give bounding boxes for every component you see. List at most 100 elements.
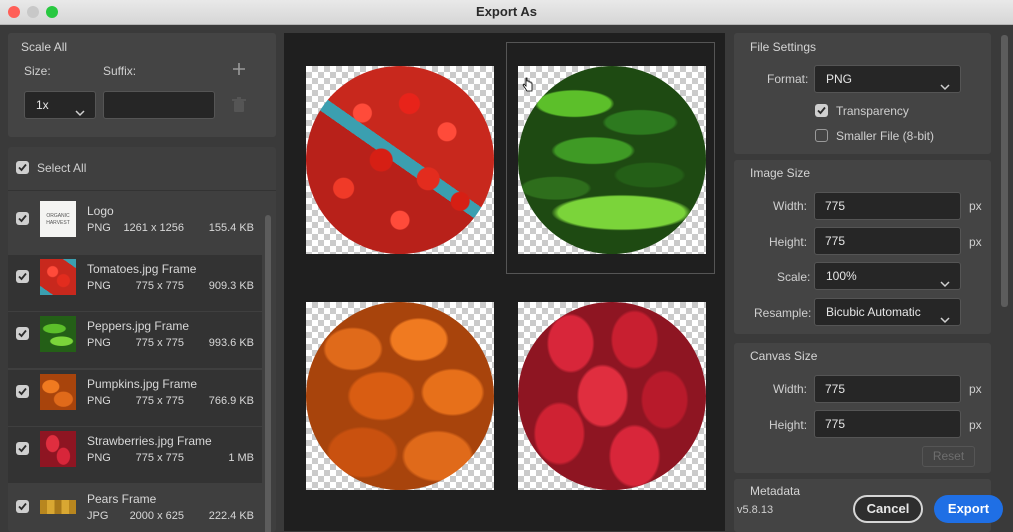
checkmark-icon: [18, 329, 27, 338]
list-item[interactable]: ORGANIC HARVEST Logo PNG 1261 x 1256 155.4 KB: [8, 197, 262, 253]
tomatoes-thumbnail: [40, 258, 76, 295]
asset-dimensions: 1261 x 1256: [123, 222, 184, 234]
select-all-label: Select All: [37, 161, 87, 175]
transparency-checkbox[interactable]: [815, 104, 828, 117]
checkmark-icon: [18, 272, 27, 280]
canvas-width-unit: px: [969, 382, 982, 396]
scale-value: 100%: [826, 269, 857, 283]
preview-peppers[interactable]: [518, 66, 706, 254]
asset-file-size: 1 MB: [228, 452, 254, 464]
checkmark-icon: [18, 387, 27, 395]
list-item[interactable]: Strawberries.jpg Frame PNG 775 x 775 1 MB: [8, 427, 262, 483]
asset-file-size: 766.9 KB: [208, 394, 254, 407]
resample-dropdown[interactable]: Bicubic Automatic: [814, 298, 961, 326]
asset-list-scrollbar[interactable]: [265, 215, 271, 532]
pears-thumbnail: [40, 499, 76, 514]
list-item[interactable]: Pears Frame JPG 2000 x 625 222.4 KB: [8, 485, 262, 532]
format-label: Format:: [767, 72, 809, 86]
asset-file-size: 909.3 KB: [208, 279, 254, 292]
suffix-input[interactable]: [103, 91, 215, 119]
preview-pumpkins[interactable]: [306, 302, 494, 490]
plus-icon[interactable]: [233, 63, 245, 75]
settings-scrollbar[interactable]: [1001, 35, 1008, 307]
smaller-file-label: Smaller File (8-bit): [836, 129, 935, 143]
canvas-size-panel: Canvas Size Width: 775 px Height: 775 px…: [734, 343, 991, 473]
window-title: Export As: [476, 4, 537, 19]
image-width-input[interactable]: 775: [814, 192, 961, 220]
suffix-label: Suffix:: [103, 64, 137, 78]
transparency-label: Transparency: [836, 104, 909, 118]
asset-dimensions: 775 x 775: [135, 279, 184, 292]
image-size-panel: Image Size Width: 775 px Height: 775 px …: [734, 160, 991, 334]
metadata-title: Metadata: [750, 484, 801, 498]
smaller-file-checkbox[interactable]: [815, 129, 828, 142]
preview-grid: [284, 33, 725, 531]
size-label: Size:: [24, 64, 51, 78]
preview-tomatoes[interactable]: [306, 66, 494, 254]
asset-name: Tomatoes.jpg Frame: [87, 261, 197, 276]
asset-name: Pears Frame: [87, 491, 157, 506]
canvas-width-label: Width:: [773, 382, 808, 396]
asset-name: Peppers.jpg Frame: [87, 319, 190, 333]
pumpkins-image: [306, 302, 494, 490]
scale-dropdown[interactable]: 100%: [814, 262, 961, 290]
peppers-thumbnail: [40, 316, 76, 352]
chevron-down-icon: [940, 271, 950, 297]
divider: [8, 190, 276, 191]
image-width-unit: px: [969, 199, 982, 213]
scale-size-dropdown[interactable]: 1x: [24, 91, 96, 119]
select-all-checkbox[interactable]: [16, 161, 29, 174]
version-label: v5.8.13: [737, 504, 774, 516]
image-height-unit: px: [969, 235, 982, 249]
asset-file-size: 222.4 KB: [208, 509, 254, 522]
asset-dimensions: 775 x 775: [135, 452, 184, 464]
logo-thumbnail-text: ORGANIC: [46, 213, 70, 219]
image-height-input[interactable]: 775: [814, 227, 961, 255]
asset-checkbox[interactable]: [16, 327, 29, 340]
scale-all-panel: Scale All Size: Suffix: 1x: [8, 33, 276, 137]
file-settings-panel: File Settings Format: PNG Transparency S…: [734, 33, 991, 154]
scale-all-title: Scale All: [21, 40, 68, 54]
scale-size-value: 1x: [36, 98, 49, 112]
checkmark-icon: [18, 163, 27, 172]
canvas-height-input[interactable]: 775: [814, 410, 961, 438]
list-item[interactable]: Pumpkins.jpg Frame PNG 775 x 775 766.9 KB: [8, 369, 262, 426]
chevron-down-icon: [940, 74, 950, 100]
chevron-down-icon: [940, 307, 950, 333]
canvas-width-input[interactable]: 775: [814, 375, 961, 403]
trash-icon[interactable]: [232, 97, 246, 113]
tomatoes-image: [306, 66, 494, 254]
pumpkins-thumbnail: [40, 373, 76, 410]
export-button[interactable]: Export: [934, 495, 1003, 523]
asset-list-panel: Select All ORGANIC HARVEST Logo PNG 1261 x 1…: [8, 147, 276, 532]
list-item[interactable]: Peppers.jpg Frame PNG 775 x 775 993.6 KB: [8, 312, 262, 368]
reset-button[interactable]: Reset: [922, 446, 975, 467]
resample-label: Resample:: [754, 306, 812, 320]
asset-checkbox[interactable]: [16, 384, 29, 398]
cancel-button[interactable]: Cancel: [853, 495, 923, 523]
asset-checkbox[interactable]: [16, 442, 29, 455]
file-settings-title: File Settings: [750, 40, 817, 54]
strawberries-image: [518, 302, 706, 490]
asset-checkbox[interactable]: [16, 269, 29, 283]
logo-thumbnail-text: HARVEST: [46, 220, 70, 226]
asset-file-size: 155.4 KB: [208, 222, 254, 234]
asset-dimensions: 775 x 775: [135, 394, 184, 407]
peppers-image: [518, 66, 706, 254]
checkmark-icon: [18, 502, 27, 510]
list-item[interactable]: Tomatoes.jpg Frame PNG 775 x 775 909.3 KB: [8, 254, 262, 311]
title-bar: Export As: [0, 0, 1013, 25]
asset-name: Logo: [87, 204, 114, 218]
asset-checkbox[interactable]: [16, 499, 29, 513]
image-size-title: Image Size: [750, 166, 811, 180]
format-value: PNG: [826, 72, 853, 86]
asset-file-size: 993.6 KB: [208, 337, 254, 349]
checkmark-icon: [18, 214, 27, 223]
cursor-hand-icon: [522, 77, 534, 93]
resample-value: Bicubic Automatic: [826, 305, 921, 319]
image-height-label: Height:: [769, 235, 808, 249]
format-dropdown[interactable]: PNG: [814, 65, 961, 93]
asset-dimensions: 775 x 775: [135, 337, 184, 349]
asset-checkbox[interactable]: [16, 212, 29, 225]
preview-strawberries[interactable]: [518, 302, 706, 490]
